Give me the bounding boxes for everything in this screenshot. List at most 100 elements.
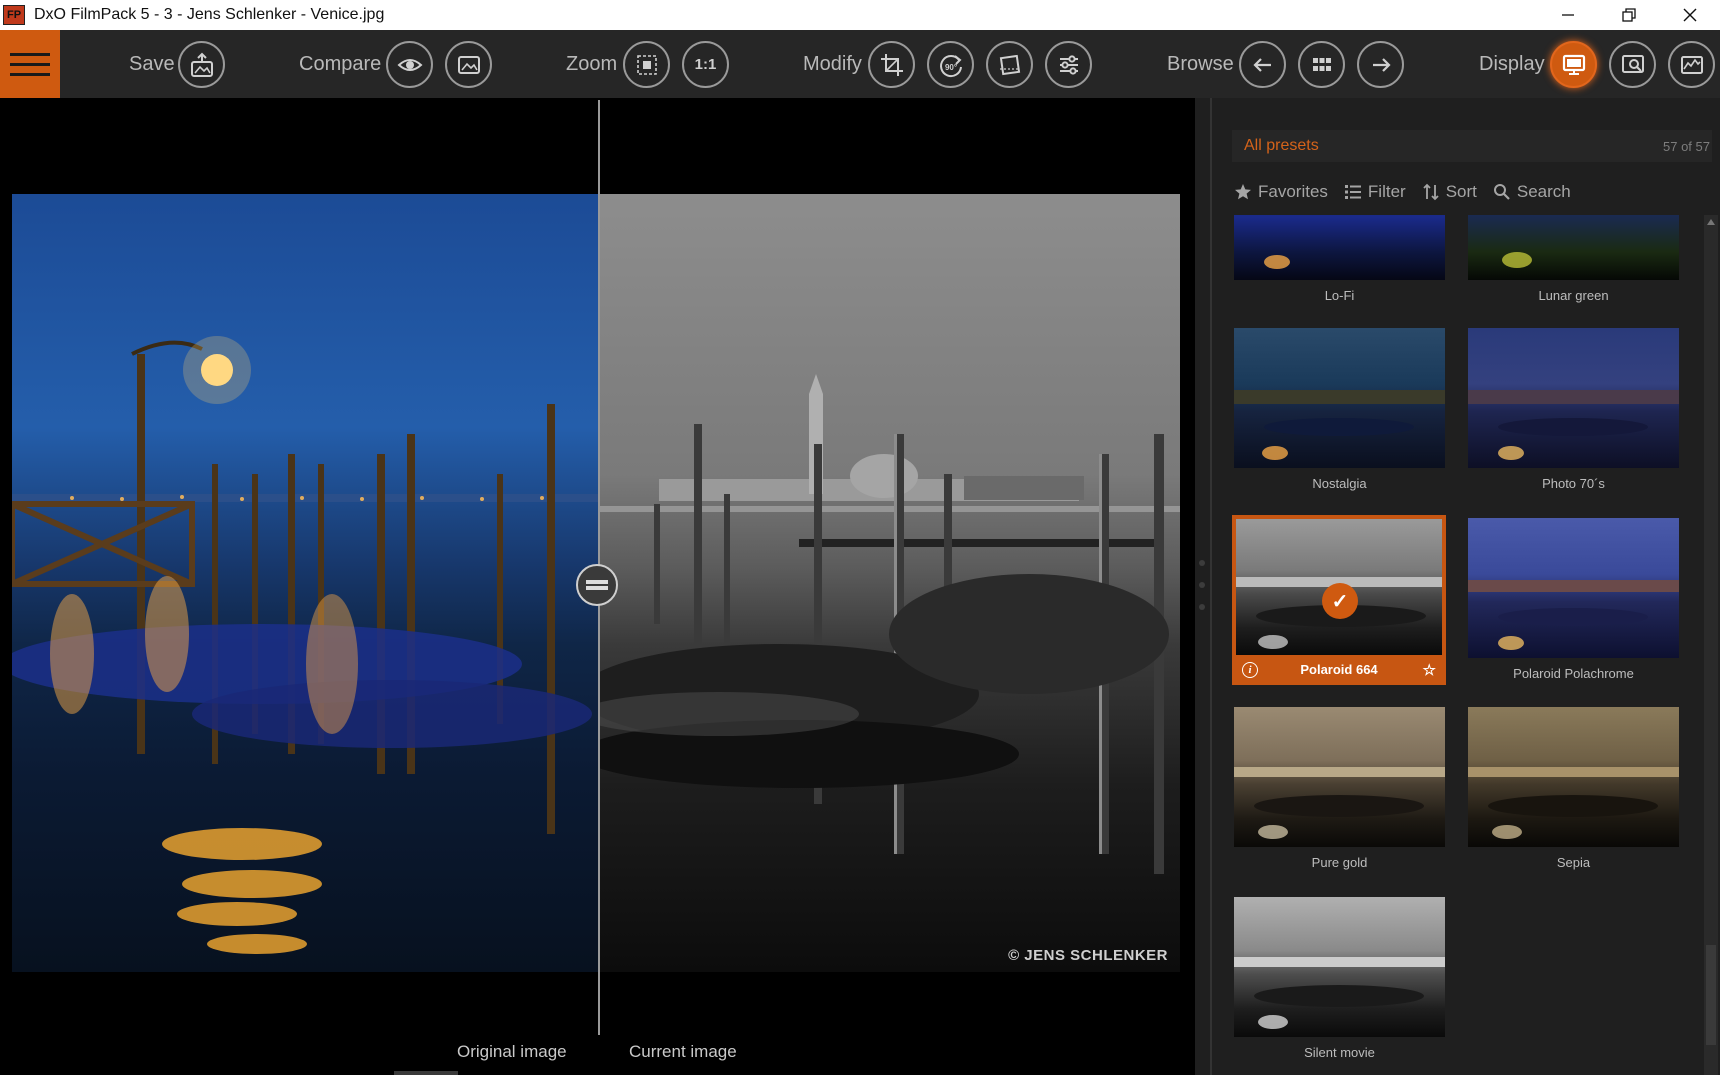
save-label: Save: [129, 53, 175, 75]
filter-label: Filter: [1367, 182, 1406, 201]
preset-collection-title: All presets: [1244, 137, 1319, 154]
split-handle-icon: [586, 578, 608, 592]
star-icon: [1235, 184, 1251, 200]
scroll-up-icon[interactable]: [1707, 219, 1715, 225]
preset-preview: [1234, 707, 1445, 847]
favorites-label: Favorites: [1258, 182, 1328, 201]
preset-preview: [1468, 215, 1679, 280]
modify-label: Modify: [803, 53, 862, 75]
preset-preview: ✓: [1236, 519, 1442, 655]
preset-thumbnail[interactable]: Nostalgia: [1234, 328, 1445, 491]
original-image-label: Original image: [457, 1042, 567, 1061]
histogram-icon: [1680, 55, 1703, 74]
zoom-fit-icon: [636, 54, 657, 75]
rotate-button[interactable]: 90°: [927, 41, 974, 88]
preset-label: Silent movie: [1304, 1045, 1375, 1060]
panel-divider: [1210, 98, 1212, 1075]
straighten-icon: [999, 54, 1020, 75]
favorites-button[interactable]: Favorites: [1234, 182, 1328, 202]
main-toolbar: Save Compare Zoom 1:1 Modify 90° Browse …: [0, 30, 1720, 98]
restore-icon: [1621, 8, 1636, 22]
original-photo-scene: [12, 336, 599, 954]
minimize-icon: [1561, 14, 1574, 16]
hamburger-icon: [10, 52, 50, 56]
horizontal-scroll-indicator[interactable]: [394, 1071, 458, 1075]
preset-collection-header[interactable]: All presets 57 of 57: [1232, 130, 1712, 162]
rotate-90-icon: 90°: [939, 54, 962, 77]
loupe-icon: [1621, 54, 1644, 73]
preset-label: Lunar green: [1538, 288, 1609, 303]
zoom-fit-button[interactable]: [623, 41, 670, 88]
preset-label: Pure gold: [1311, 855, 1368, 870]
preset-label: Sepia: [1556, 855, 1591, 870]
export-button[interactable]: [178, 41, 225, 88]
preset-thumbnail[interactable]: Lo-Fi: [1234, 215, 1445, 303]
title-bar: FP DxO FilmPack 5 - 3 - Jens Schlenker -…: [0, 0, 1720, 30]
zoom-one-to-one-button[interactable]: 1:1: [682, 41, 729, 88]
preset-count: 57 of 57: [1663, 139, 1710, 154]
window-title: DxO FilmPack 5 - 3 - Jens Schlenker - Ve…: [34, 6, 385, 23]
grid-view-button[interactable]: [1298, 41, 1345, 88]
preset-thumbnail[interactable]: Pure gold: [1234, 707, 1445, 870]
preset-label: Lo-Fi: [1324, 288, 1355, 303]
list-icon: [1344, 185, 1361, 199]
browse-label: Browse: [1167, 53, 1234, 75]
arrow-left-icon: [1252, 57, 1271, 72]
hamburger-menu-button[interactable]: [0, 30, 60, 98]
preset-thumbnail-grid: Lo-Fi Lunar green Nostalgia Photo 70´s ✓: [1232, 215, 1712, 1075]
app-logo: FP: [3, 5, 25, 25]
preset-thumbnail[interactable]: Silent movie: [1234, 897, 1445, 1060]
sort-button[interactable]: Sort: [1422, 182, 1477, 202]
favorite-star-icon[interactable]: ☆: [1423, 661, 1436, 679]
next-image-button[interactable]: [1357, 41, 1404, 88]
current-image-label: Current image: [629, 1042, 737, 1061]
preset-preview: [1234, 328, 1445, 468]
split-handle[interactable]: [576, 564, 618, 606]
monitor-icon: [1562, 54, 1585, 75]
current-image: © JENS SCHLENKER: [599, 194, 1180, 972]
compare-label: Compare: [299, 53, 382, 75]
preset-label: Photo 70´s: [1542, 476, 1605, 491]
checkmark-icon: ✓: [1322, 583, 1358, 619]
arrow-right-icon: [1372, 57, 1391, 72]
previous-image-button[interactable]: [1239, 41, 1286, 88]
preset-filter-bar: Favorites Filter Sort Search: [1234, 180, 1571, 204]
svg-text:90°: 90°: [944, 63, 956, 72]
preset-thumbnail[interactable]: Photo 70´s: [1468, 328, 1679, 491]
histogram-button[interactable]: [1668, 41, 1715, 88]
search-icon: [1493, 184, 1510, 200]
preset-preview: [1468, 328, 1679, 468]
restore-button[interactable]: [1598, 0, 1659, 30]
zoom-one-to-one-text: 1:1: [694, 56, 717, 73]
preset-preview: [1468, 707, 1679, 847]
scrollbar-thumb[interactable]: [1706, 945, 1716, 1045]
straighten-button[interactable]: [986, 41, 1033, 88]
preset-scrollbar[interactable]: [1704, 215, 1718, 1075]
panel-resize-grip[interactable]: [1199, 560, 1205, 610]
search-button[interactable]: Search: [1493, 182, 1571, 202]
crop-button[interactable]: [868, 41, 915, 88]
original-image-button[interactable]: [445, 41, 492, 88]
eye-icon: [397, 58, 422, 71]
display-label: Display: [1479, 53, 1545, 75]
preset-thumbnail[interactable]: Polaroid Polachrome: [1468, 518, 1679, 681]
loupe-button[interactable]: [1609, 41, 1656, 88]
info-icon[interactable]: i: [1242, 662, 1258, 678]
preset-thumbnail[interactable]: Lunar green: [1468, 215, 1679, 303]
close-icon: [1683, 8, 1696, 22]
filter-button[interactable]: Filter: [1344, 182, 1406, 202]
display-presets-button[interactable]: [1550, 41, 1597, 88]
current-photo-scene: [599, 374, 1180, 874]
compare-view-button[interactable]: [386, 41, 433, 88]
close-button[interactable]: [1659, 0, 1720, 30]
preset-preview: [1468, 518, 1679, 658]
minimize-button[interactable]: [1537, 0, 1598, 30]
adjustments-button[interactable]: [1045, 41, 1092, 88]
zoom-label: Zoom: [566, 53, 618, 75]
sort-icon: [1423, 183, 1439, 201]
preset-thumbnail[interactable]: Sepia: [1468, 707, 1679, 870]
grid-icon: [1312, 57, 1331, 71]
window-controls: [1537, 0, 1720, 30]
preset-label: Nostalgia: [1312, 476, 1367, 491]
preset-thumbnail-selected[interactable]: ✓ i Polaroid 664 ☆: [1232, 515, 1446, 685]
